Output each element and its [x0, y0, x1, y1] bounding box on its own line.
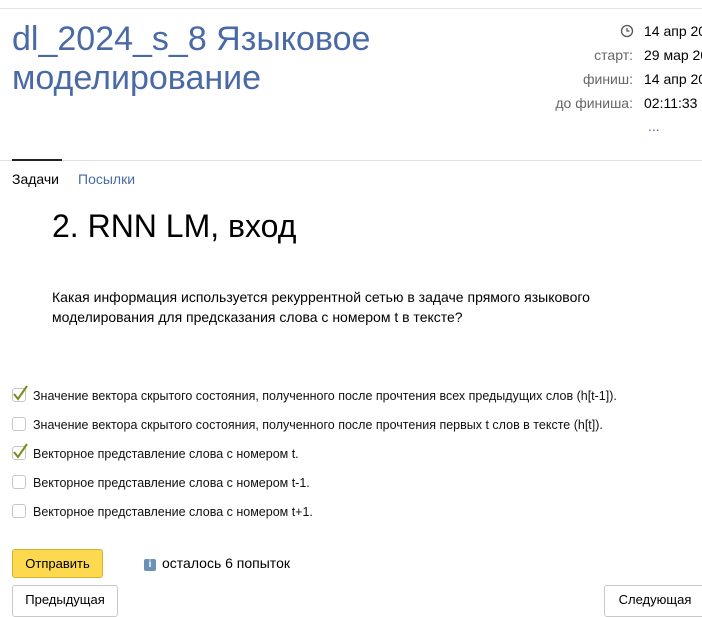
clock-icon	[620, 24, 634, 38]
start-label: старт:	[594, 47, 633, 63]
attempts-info: i осталось 6 попыток	[144, 555, 290, 571]
more-link[interactable]: ...	[648, 118, 660, 134]
info-icon: i	[144, 559, 156, 571]
checkbox[interactable]	[12, 443, 28, 460]
question-text: Какая информация используется рекуррентн…	[52, 289, 590, 325]
checkbox[interactable]	[12, 504, 26, 518]
answer-option-label: Векторное представление слова с номером …	[33, 505, 313, 519]
active-tab-indicator	[12, 159, 62, 161]
remaining-row: до финиша: 02:11:33	[520, 94, 702, 118]
answer-option-label: Векторное представление слова с номером …	[33, 476, 310, 490]
contest-title: dl_2024_s_8 Языковое моделирование	[12, 20, 371, 97]
current-date-row: 14 апр 20	[520, 22, 702, 46]
remaining-label: до финиша:	[555, 95, 633, 111]
tab-tasks[interactable]: Задачи	[12, 170, 59, 188]
prev-button[interactable]: Предыдущая	[12, 585, 118, 617]
answer-option-label: Значение вектора скрытого состояния, пол…	[33, 418, 603, 432]
contest-info-panel: 14 апр 20 старт: 29 мар 20 финиш: 14 апр…	[520, 22, 702, 134]
attempts-text: осталось 6 попыток	[162, 555, 290, 571]
checkmark-icon	[13, 443, 28, 459]
remaining-value: 02:11:33	[644, 95, 698, 111]
start-value: 29 мар 20	[644, 47, 702, 63]
current-date: 14 апр 20	[644, 23, 702, 39]
checkbox[interactable]	[12, 385, 28, 402]
answer-option-label: Значение вектора скрытого состояния, пол…	[33, 389, 617, 403]
problem-title: 2. RNN LM, вход	[52, 208, 297, 244]
checkbox[interactable]	[12, 475, 26, 489]
finish-value: 14 апр 20	[644, 71, 702, 87]
tab-submissions[interactable]: Посылки	[78, 170, 135, 188]
answer-option-label: Векторное представление слова с номером …	[33, 447, 299, 461]
finish-row: финиш: 14 апр 20	[520, 70, 702, 94]
next-button[interactable]: Следующая	[604, 585, 702, 617]
top-divider	[0, 8, 702, 9]
finish-label: финиш:	[582, 71, 633, 87]
checkmark-icon	[13, 385, 28, 401]
start-row: старт: 29 мар 20	[520, 46, 702, 70]
submit-button[interactable]: Отправить	[12, 549, 103, 578]
tabs-divider	[0, 160, 702, 161]
checkbox[interactable]	[12, 417, 26, 431]
